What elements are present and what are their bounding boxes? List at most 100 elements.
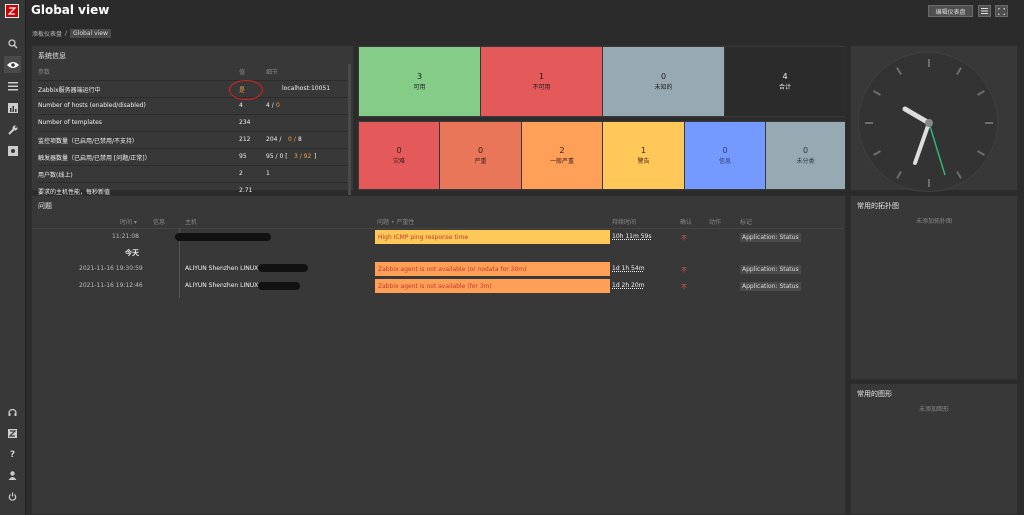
page-title: Global view xyxy=(31,3,110,17)
administration-gear-icon[interactable] xyxy=(4,142,21,159)
breadcrumb-parent[interactable]: 添板仪表盘 xyxy=(32,29,62,38)
redacted-host-mark xyxy=(175,233,271,241)
tag-badge[interactable]: Application: Status xyxy=(740,265,801,274)
table-row: Zabbix服务器端运行中 是 localhost:10051 xyxy=(38,81,348,98)
value-cell: 2.71 xyxy=(239,187,253,194)
total-count: 4 xyxy=(782,72,788,81)
header-time[interactable]: 时间 ▾ xyxy=(120,217,137,226)
system-info-table: 参数 值 细节 Zabbix服务器端运行中 是 localhost:10051 … xyxy=(38,64,348,200)
problems-table: 时间 ▾ 信息 主机 问题 • 严重性 持续时间 确认 动作 标记 11:21:… xyxy=(32,215,844,298)
monitoring-eye-icon[interactable] xyxy=(4,56,21,73)
available-count: 3 xyxy=(416,72,423,81)
share-z-icon[interactable] xyxy=(4,425,21,442)
table-row: 2021-11-16 19:30:59 ALIYUN Shenzhen LINU… xyxy=(32,261,844,278)
edit-dashboard-button[interactable]: 编辑仪表盘 xyxy=(928,5,973,17)
tile-average[interactable]: 2 一般严重 xyxy=(522,122,602,189)
redacted-host-mark xyxy=(258,264,308,272)
inventory-list-icon[interactable] xyxy=(4,78,21,95)
details-disabled-cell: 0 xyxy=(276,102,280,109)
favorite-graphs-widget: 常用的图形 未添加图形 xyxy=(850,383,1018,515)
breadcrumb: 添板仪表盘 / Global view xyxy=(32,28,111,39)
system-info-widget: 系统信息 参数 值 细节 Zabbix服务器端运行中 是 localhost:1… xyxy=(31,45,354,234)
header-problem[interactable]: 问题 • 严重性 xyxy=(377,217,414,226)
details-disabled-cell: 0 / xyxy=(288,136,296,143)
duration-cell[interactable]: 10h 11m 59s xyxy=(612,233,652,240)
zabbix-logo[interactable] xyxy=(5,4,19,18)
table-row: 触发器数量（已启用/已禁用 [问题/正常]） 95 95 / 0 [ 3 / 9… xyxy=(38,149,348,166)
today-label: 今天 xyxy=(125,249,139,257)
problem-text[interactable]: Zabbix agent is not available (or nodata… xyxy=(378,266,526,273)
table-row: 用户数(线上) 2 1 xyxy=(38,166,348,183)
host-cell[interactable]: ALIYUN Shenzhen LINUX xyxy=(185,265,258,272)
red-annotation-circle xyxy=(229,80,263,100)
problem-cell[interactable]: Zabbix agent is not available (or nodata… xyxy=(375,262,610,276)
value-cell: 4 xyxy=(239,102,243,109)
header-info: 信息 xyxy=(153,219,166,226)
tile-warning[interactable]: 1 警告 xyxy=(603,122,684,189)
ack-cell[interactable]: 不 xyxy=(681,233,687,242)
time-cell: 11:21:08 xyxy=(112,233,139,240)
table-row: Number of hosts (enabled/disabled) 4 4 /… xyxy=(38,98,348,115)
tile-unavailable[interactable]: 1 不可用 xyxy=(481,47,602,116)
favorite-maps-widget: 常用的拓扑图 未添加拓扑图 xyxy=(850,195,1018,380)
information-label: 信息 xyxy=(718,158,731,165)
problem-text[interactable]: High ICMP ping response time xyxy=(378,234,468,241)
available-label: 可用 xyxy=(413,84,426,91)
param-cell: 用户数(线上) xyxy=(38,172,73,179)
tile-not-classified[interactable]: 0 未分类 xyxy=(766,122,845,189)
total-label: 合计 xyxy=(778,84,791,91)
problem-text[interactable]: Zabbix agent is not available (for 3m) xyxy=(378,283,492,290)
details-problem-ok-cell: 3 / 92 xyxy=(294,153,312,160)
tile-total[interactable]: 4 合计 xyxy=(725,47,845,116)
system-info-title: 系统信息 xyxy=(38,52,66,60)
user-profile-icon[interactable] xyxy=(4,467,21,484)
details-cell: localhost:10051 xyxy=(282,85,331,92)
value-cell: 2 xyxy=(239,170,243,177)
table-row: 11:21:08 High ICMP ping response time 10… xyxy=(32,229,844,246)
menu-icon[interactable] xyxy=(978,5,991,17)
high-count: 0 xyxy=(477,146,484,155)
favorite-maps-empty: 未添加拓扑图 xyxy=(915,218,952,225)
tile-disaster[interactable]: 0 灾难 xyxy=(359,122,439,189)
disaster-count: 0 xyxy=(396,146,402,155)
information-count: 0 xyxy=(722,146,728,155)
problem-cell[interactable]: High ICMP ping response time xyxy=(375,230,610,244)
param-cell: Number of hosts (enabled/disabled) xyxy=(38,102,146,109)
tag-badge[interactable]: Application: Status xyxy=(740,233,801,242)
tile-high[interactable]: 0 严重 xyxy=(440,122,521,189)
clock-face-icon xyxy=(865,59,993,187)
unavailable-label: 不可用 xyxy=(532,84,551,91)
duration-cell[interactable]: 1d 1h 54m xyxy=(612,265,645,272)
table-row: 2021-11-16 19:12:46 ALIYUN Shenzhen LINU… xyxy=(32,278,844,295)
sign-out-power-icon[interactable] xyxy=(4,488,21,505)
problems-title: 问题 xyxy=(38,202,52,210)
tile-information[interactable]: 0 信息 xyxy=(685,122,765,189)
problems-by-severity-widget: 0 灾难 0 严重 2 一般严重 1 警告 0 信息 0 未分类 xyxy=(357,120,846,191)
header-host[interactable]: 主机 xyxy=(185,217,197,226)
duration-cell[interactable]: 1d 2h 20m xyxy=(612,282,645,289)
header-tags: 标记 xyxy=(740,219,753,226)
tag-badge[interactable]: Application: Status xyxy=(740,282,801,291)
ack-cell[interactable]: 不 xyxy=(681,265,687,274)
unknown-count: 0 xyxy=(660,72,667,81)
fullscreen-icon[interactable] xyxy=(995,5,1008,17)
problem-cell[interactable]: Zabbix agent is not available (for 3m) xyxy=(375,279,610,293)
search-icon[interactable] xyxy=(4,35,21,52)
param-cell: Zabbix服务器端运行中 xyxy=(38,87,101,94)
param-cell: Number of templates xyxy=(38,119,102,126)
host-cell[interactable]: ALIYUN Shenzhen LINUX xyxy=(185,282,258,289)
ack-cell[interactable]: 不 xyxy=(681,282,687,291)
not-classified-label: 未分类 xyxy=(796,158,815,165)
help-icon[interactable]: ? xyxy=(4,446,21,463)
date-separator-row: 今天 xyxy=(32,246,844,261)
breadcrumb-current[interactable]: Global view xyxy=(70,29,111,38)
configuration-wrench-icon[interactable] xyxy=(4,121,21,138)
tile-unknown[interactable]: 0 未知的 xyxy=(603,47,724,116)
reports-chart-icon[interactable] xyxy=(4,99,21,116)
support-icon[interactable] xyxy=(4,404,21,421)
page-header: Global view 编辑仪表盘 xyxy=(26,0,1024,24)
details-unsupported-cell: 8 xyxy=(298,136,302,143)
tile-available[interactable]: 3 可用 xyxy=(359,47,480,116)
details-cell: 1 xyxy=(266,170,270,177)
redacted-host-mark xyxy=(258,282,300,290)
